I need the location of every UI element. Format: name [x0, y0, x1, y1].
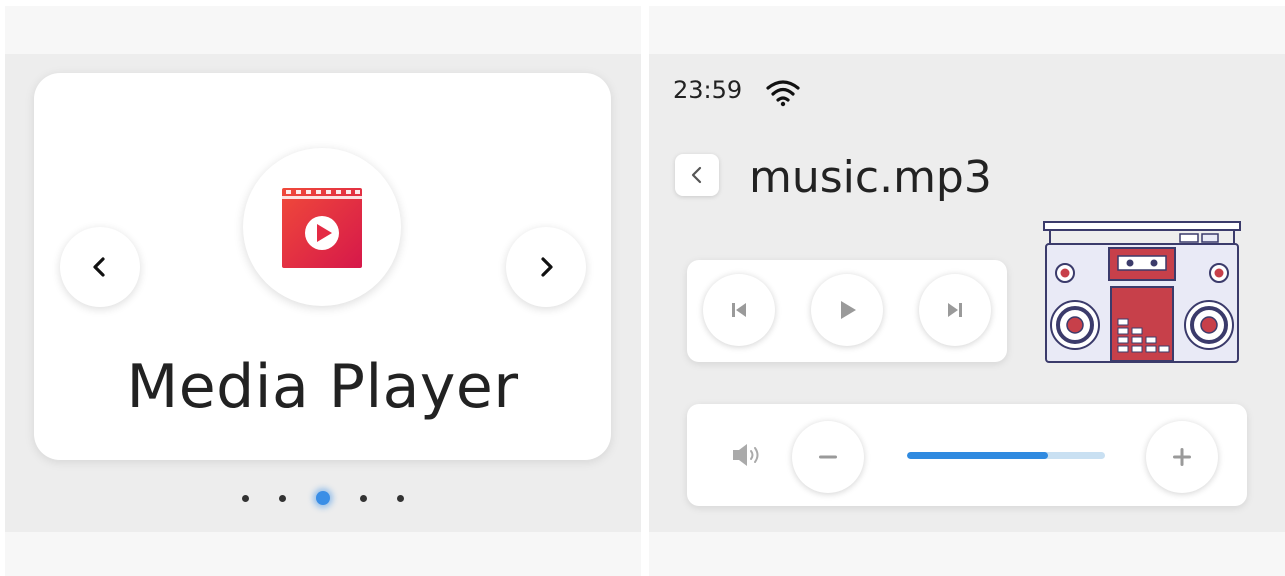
- next-app-button[interactable]: [506, 227, 586, 307]
- play-icon: [841, 301, 856, 319]
- previous-app-button[interactable]: [60, 227, 140, 307]
- chevron-left-icon: [691, 166, 702, 184]
- next-track-button[interactable]: [919, 274, 991, 346]
- app-icon-button[interactable]: [243, 148, 401, 306]
- page-indicator: [5, 488, 641, 508]
- app-title: Media Player: [126, 352, 519, 422]
- launcher-screen: Media Player: [5, 6, 641, 576]
- volume-slider[interactable]: [907, 452, 1105, 459]
- page-dot[interactable]: [279, 494, 286, 502]
- back-button[interactable]: [675, 154, 719, 196]
- chevron-left-icon: [93, 257, 105, 277]
- chevron-right-icon: [541, 257, 553, 277]
- plus-icon: [1173, 448, 1191, 466]
- video-play-icon: [282, 188, 362, 268]
- page-dot[interactable]: [360, 494, 367, 502]
- speaker-icon: [733, 444, 759, 466]
- player-screen: 23:59 music.mp3: [649, 6, 1285, 576]
- wifi-icon: [766, 80, 800, 107]
- volume-down-button[interactable]: [792, 421, 864, 493]
- skip-previous-icon: [732, 303, 746, 317]
- status-time: 23:59: [673, 76, 743, 104]
- playback-controls: [687, 260, 1007, 362]
- page-dot[interactable]: [397, 494, 404, 502]
- page-dot[interactable]: [242, 494, 249, 502]
- volume-controls: [687, 404, 1247, 506]
- page-dot-active[interactable]: [316, 491, 330, 505]
- boombox-illustration: [1043, 221, 1241, 363]
- minus-icon: [819, 455, 837, 459]
- previous-track-button[interactable]: [703, 274, 775, 346]
- skip-next-icon: [948, 303, 962, 317]
- volume-up-button[interactable]: [1146, 421, 1218, 493]
- play-button[interactable]: [811, 274, 883, 346]
- file-name: music.mp3: [749, 152, 992, 203]
- volume-level: [907, 452, 1048, 459]
